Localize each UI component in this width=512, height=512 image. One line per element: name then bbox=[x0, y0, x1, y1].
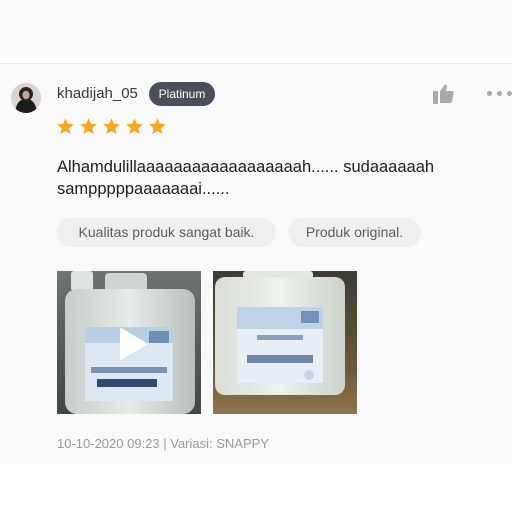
dot bbox=[497, 91, 502, 96]
review-text: Alhamdulillaaaaaaaaaaaaaaaaaah...... sud… bbox=[57, 158, 435, 198]
review-tag: Produk original. bbox=[288, 218, 421, 247]
top-area bbox=[0, 0, 512, 62]
thumbs-up-icon[interactable] bbox=[431, 82, 455, 106]
star-icon bbox=[149, 118, 166, 135]
review-meta: 10-10-2020 09:23 | Variasi: SNAPPY bbox=[57, 436, 269, 451]
avatar[interactable] bbox=[11, 83, 41, 113]
review-tag: Kualitas produk sangat baik. bbox=[57, 218, 276, 247]
more-horizontal-icon[interactable] bbox=[487, 86, 512, 100]
username: khadijah_05 bbox=[57, 85, 138, 102]
star-icon bbox=[126, 118, 143, 135]
star-icon bbox=[57, 118, 74, 135]
dot bbox=[507, 91, 512, 96]
play-icon[interactable] bbox=[118, 327, 148, 361]
star-icon bbox=[80, 118, 97, 135]
dot bbox=[487, 91, 492, 96]
star-icon bbox=[103, 118, 120, 135]
review-photo-thumbnail[interactable] bbox=[213, 271, 357, 414]
membership-badge: Platinum bbox=[149, 82, 215, 106]
